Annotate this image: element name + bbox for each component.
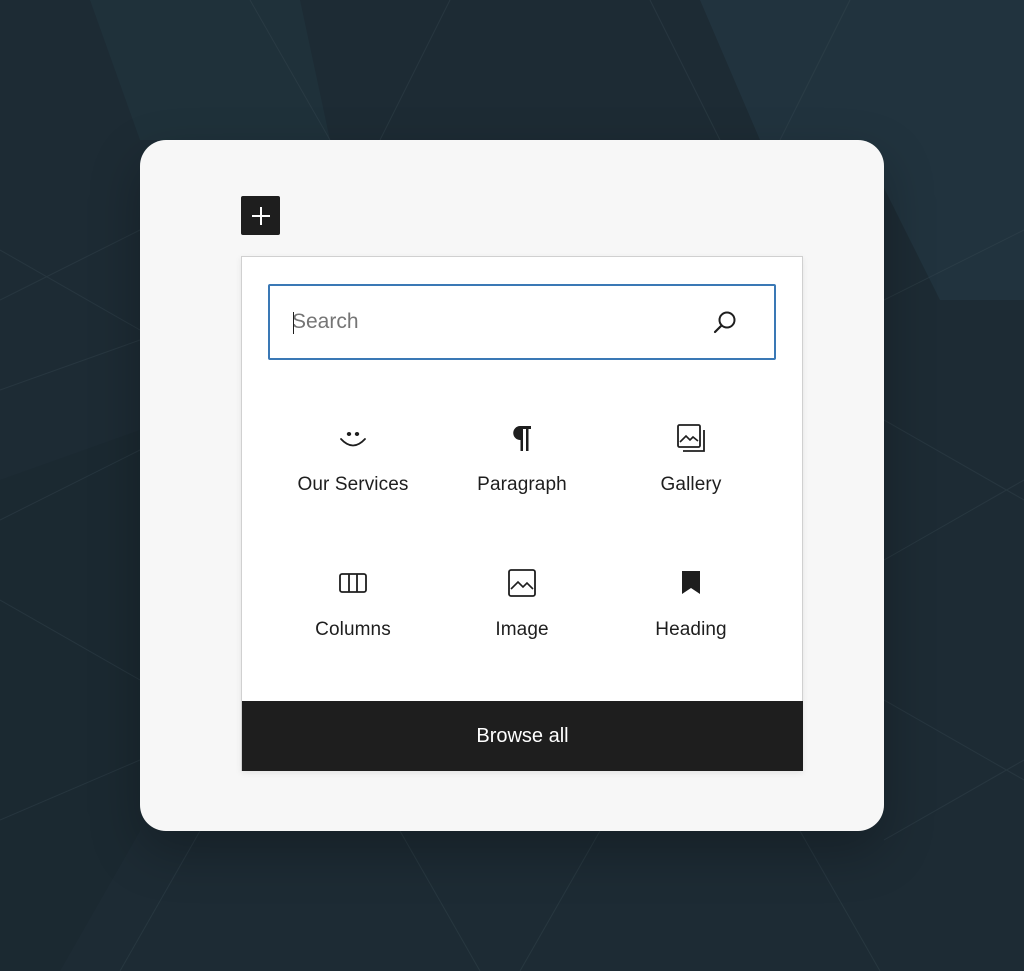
image-icon [504,565,540,601]
text-caret [293,312,294,334]
add-block-button[interactable] [241,196,280,235]
bookmark-icon [673,565,709,601]
search-input[interactable] [292,286,692,358]
search-icon[interactable] [710,308,740,338]
smiley-icon [335,420,371,456]
plus-icon [251,206,270,225]
block-label: Our Services [297,474,409,495]
search-box[interactable] [268,284,776,360]
block-label: Image [495,619,549,640]
block-label: Paragraph [477,474,567,495]
block-label: Heading [655,619,727,640]
block-label: Columns [315,619,391,640]
block-label: Gallery [660,474,722,495]
block-item-heading[interactable]: Heading [611,545,771,655]
browse-all-button[interactable]: Browse all [242,701,803,771]
columns-icon [335,565,371,601]
gallery-icon [673,420,709,456]
block-item-paragraph[interactable]: Paragraph [442,400,602,510]
block-item-image[interactable]: Image [442,545,602,655]
block-item-our-services[interactable]: Our Services [273,400,433,510]
block-item-gallery[interactable]: Gallery [611,400,771,510]
block-item-columns[interactable]: Columns [273,545,433,655]
pilcrow-icon [504,420,540,456]
